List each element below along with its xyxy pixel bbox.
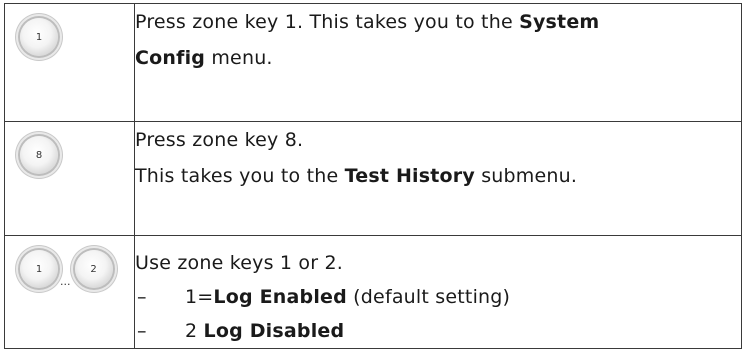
zone-key-1-icon: 1 bbox=[20, 18, 58, 56]
zone-key-2-icon: 2 bbox=[74, 250, 113, 288]
option-item: – 1=Log Enabled (default setting) bbox=[137, 286, 511, 308]
instruction-table: 1 Press zone key 1. This takes you to th… bbox=[4, 3, 742, 349]
step-row: 1 ... 2 Use zone keys 1 or 2. – 1=Log En… bbox=[4, 235, 742, 349]
key-cell: 1 ... 2 bbox=[4, 235, 135, 349]
instruction-text: Press zone key 8. This takes you to the … bbox=[134, 121, 742, 236]
zone-key-1-icon: 1 bbox=[20, 250, 58, 288]
instruction-text: Use zone keys 1 or 2. – 1=Log Enabled (d… bbox=[134, 235, 742, 349]
step-row: 1 Press zone key 1. This takes you to th… bbox=[4, 3, 742, 122]
key-cell: 1 bbox=[4, 3, 135, 122]
range-ellipsis: ... bbox=[60, 275, 71, 288]
option-item: – 2 Log Disabled bbox=[137, 320, 345, 342]
instruction-text: Press zone key 1. This takes you to the … bbox=[134, 3, 742, 122]
zone-key-8-icon: 8 bbox=[20, 136, 58, 174]
key-cell: 8 bbox=[4, 121, 135, 236]
step-row: 8 Press zone key 8. This takes you to th… bbox=[4, 121, 742, 236]
